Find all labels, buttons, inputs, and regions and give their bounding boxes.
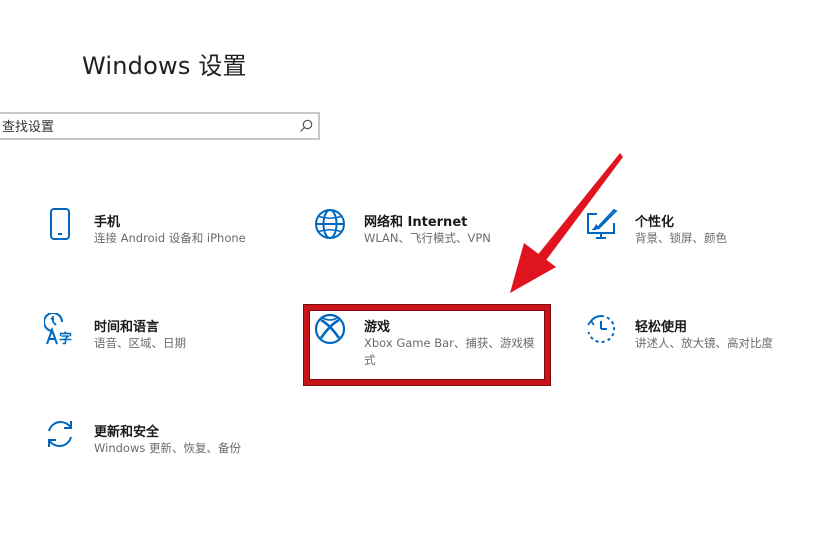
svg-text:字: 字 (59, 331, 72, 347)
phone-icon (50, 208, 70, 240)
highlight-box (304, 305, 550, 385)
ease-of-access-icon (587, 314, 616, 343)
update-icon (48, 421, 72, 447)
search-input[interactable] (2, 117, 292, 137)
tile-description: 连接 Android 设备和 iPhone (94, 231, 246, 245)
settings-tile-ease-of-access[interactable]: 轻松使用 讲述人、放大镜、高对比度 (585, 313, 815, 373)
tile-title: 更新和安全 (94, 425, 160, 440)
search-box[interactable] (0, 112, 320, 140)
tile-title: 手机 (94, 215, 121, 230)
tile-description: 讲述人、放大镜、高对比度 (635, 336, 773, 350)
tile-description: 背景、锁屏、颜色 (635, 231, 727, 245)
settings-tile-update-security[interactable]: 更新和安全 Windows 更新、恢复、备份 (44, 418, 274, 478)
settings-tile-time-language[interactable]: 字 时间和语言 语音、区域、日期 (44, 313, 274, 373)
pointer-arrow-icon (510, 153, 623, 293)
time-language-icon: 字 (44, 313, 72, 347)
page-title: Windows 设置 (82, 52, 247, 80)
tile-title: 轻松使用 (635, 320, 688, 335)
settings-tile-phone[interactable]: 手机 连接 Android 设备和 iPhone (44, 208, 274, 268)
search-icon[interactable] (298, 118, 314, 134)
globe-icon (315, 209, 345, 239)
tile-title: 时间和语言 (94, 320, 160, 335)
tile-title: 个性化 (635, 215, 675, 230)
tile-description: Windows 更新、恢复、备份 (94, 441, 241, 455)
tile-description: 语音、区域、日期 (94, 336, 186, 350)
